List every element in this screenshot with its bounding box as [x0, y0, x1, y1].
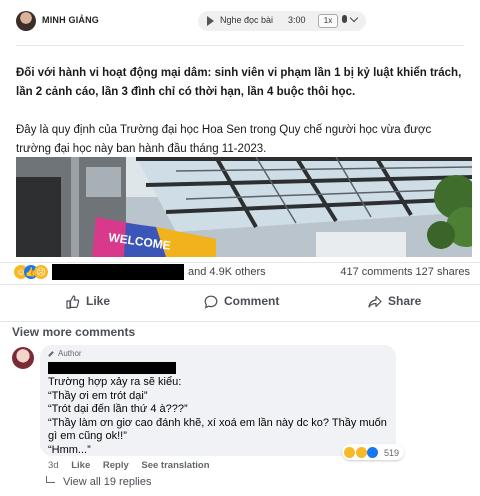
pen-icon — [48, 351, 54, 357]
like-reaction-icon — [367, 447, 379, 459]
author-avatar — [16, 11, 36, 31]
post-actions: Like Comment Share — [0, 284, 480, 322]
sad-reaction-icon: ☹ — [34, 265, 48, 279]
chevron-down-icon[interactable] — [349, 13, 359, 23]
view-more-comments-link[interactable]: View more comments — [12, 325, 135, 339]
speed-button[interactable]: 1x — [318, 14, 338, 28]
comment-share-counts[interactable]: 417 comments 127 shares — [340, 266, 470, 278]
thumbs-up-icon — [66, 295, 80, 309]
see-translation-link[interactable]: See translation — [141, 460, 209, 471]
article-header: MINH GIẢNG Nghe đọc bài 3:00 1x — [16, 9, 464, 33]
share-label: Share — [388, 294, 422, 308]
comment-reactions[interactable]: 519 — [342, 444, 404, 460]
redacted-commenter-name[interactable] — [48, 362, 176, 374]
comment-reaction-count: 519 — [383, 447, 399, 458]
redacted-names — [52, 264, 184, 280]
audio-label: Nghe đọc bài — [220, 15, 274, 25]
author-name: MINH GIẢNG — [42, 15, 99, 25]
building-photo: WELCOME — [16, 157, 472, 257]
audio-player[interactable]: Nghe đọc bài 3:00 1x — [198, 11, 366, 31]
comment-button[interactable]: Comment — [204, 294, 279, 309]
view-replies-link[interactable]: View all 19 replies — [46, 476, 151, 488]
comment-reply-button[interactable]: Reply — [103, 460, 129, 471]
haha-reaction-icon — [344, 447, 356, 459]
audio-duration: 3:00 — [288, 15, 306, 25]
author-badge: Author — [48, 349, 82, 358]
comment-time: 3d — [48, 460, 59, 471]
microphone-icon[interactable] — [342, 15, 347, 23]
share-icon — [368, 295, 382, 308]
article-screenshot: MINH GIẢNG Nghe đọc bài 3:00 1x Đối với … — [0, 0, 480, 263]
comment-meta: 3d Like Reply See translation — [48, 460, 220, 471]
share-button[interactable]: Share — [368, 294, 421, 309]
comment-label: Comment — [224, 294, 280, 308]
comment-like-button[interactable]: Like — [71, 460, 90, 471]
article-lead: Đối với hành vi hoạt động mại dâm: sinh … — [16, 67, 462, 98]
comment-text: Trường hợp xảy ra sẽ kiểu: “Thầy ơi em t… — [48, 376, 387, 456]
comment-bubble: Author Trường hợp xảy ra sẽ kiểu: “Thầy … — [40, 345, 404, 460]
reaction-others-count[interactable]: and 4.9K others — [188, 266, 266, 278]
reaction-summary[interactable]: ☺ 👍 ☹ and 4.9K others 417 comments 127 s… — [14, 264, 470, 282]
like-button[interactable]: Like — [66, 294, 110, 309]
divider — [16, 45, 464, 46]
comment-icon — [204, 295, 218, 309]
article-paragraph: Đây là quy định của Trường đại học Hoa S… — [16, 124, 432, 155]
play-icon[interactable] — [207, 16, 214, 26]
like-label: Like — [86, 294, 111, 308]
article-photo: WELCOME — [16, 157, 472, 257]
commenter-avatar[interactable] — [12, 347, 34, 369]
reply-arrow-icon — [46, 476, 55, 483]
sad-reaction-icon — [355, 447, 367, 459]
